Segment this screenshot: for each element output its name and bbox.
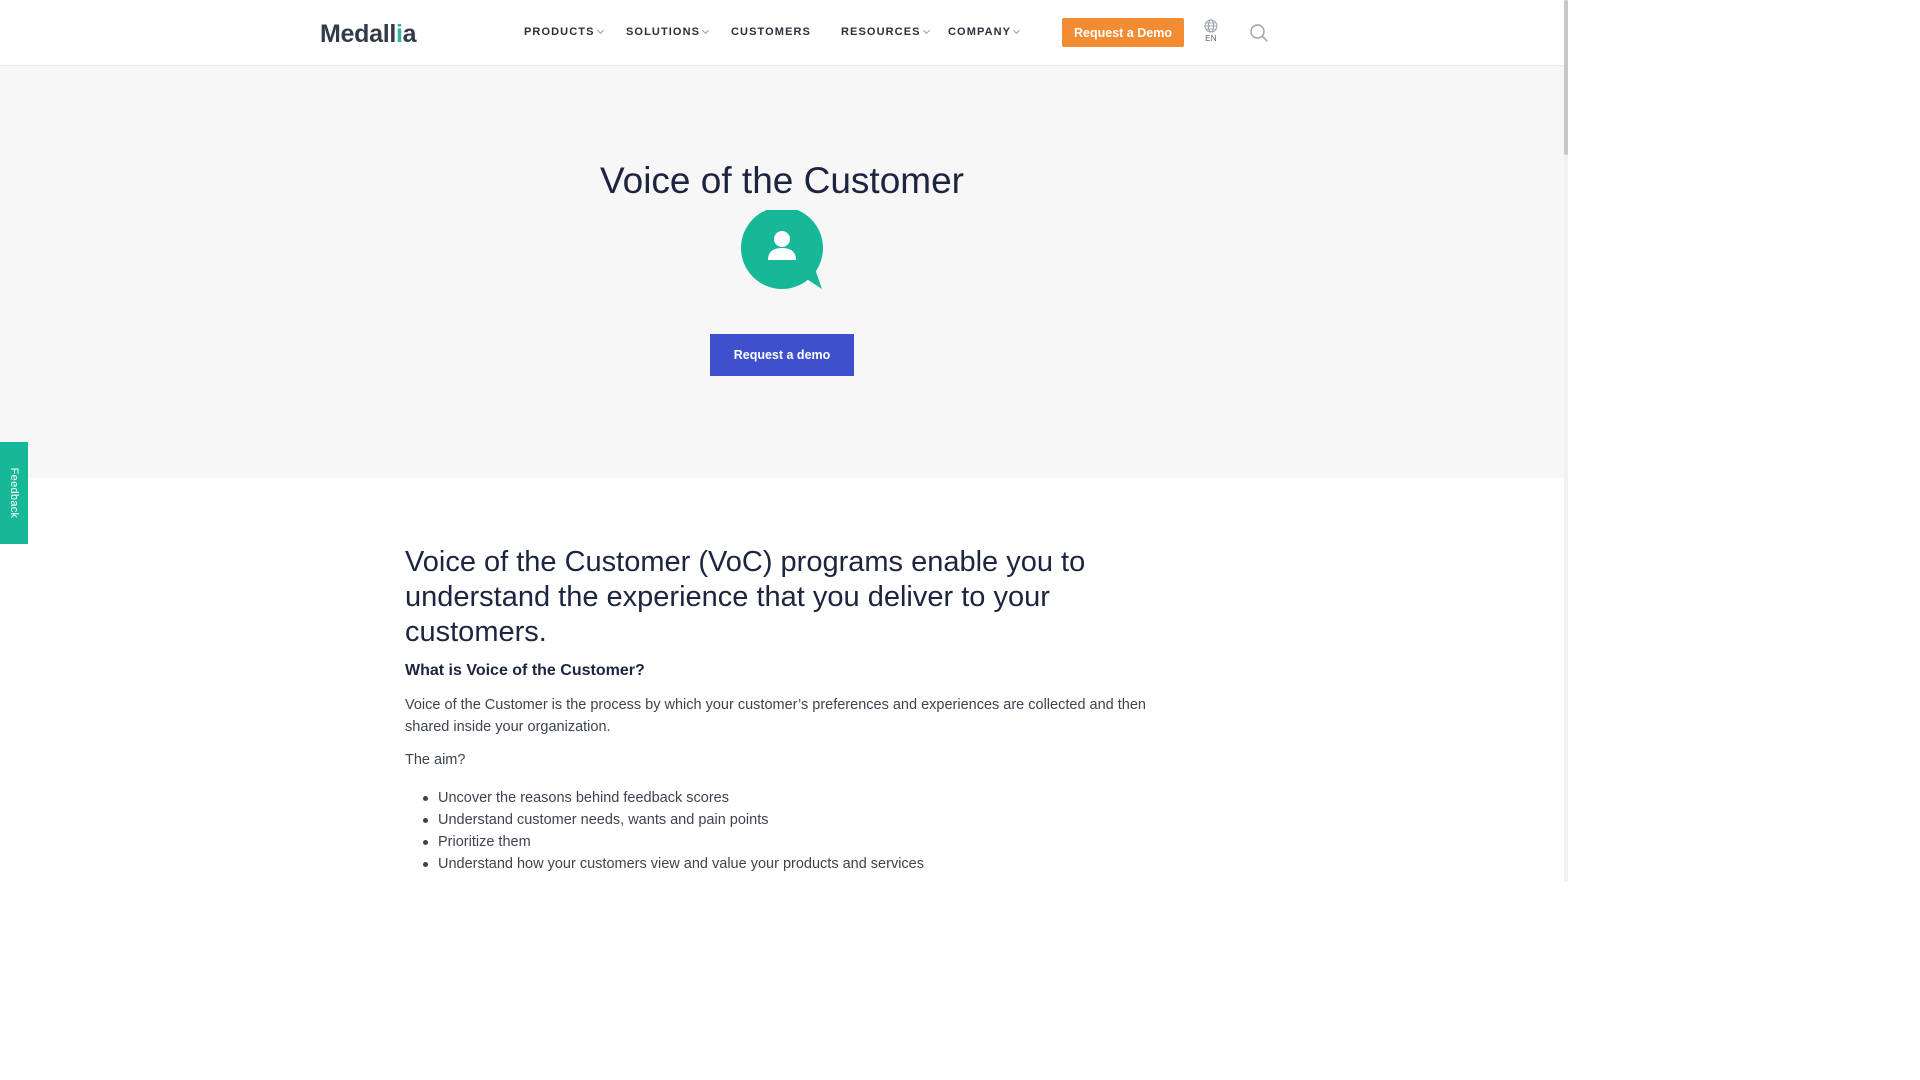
request-demo-button[interactable]: Request a Demo bbox=[1062, 18, 1184, 47]
list-item: Prioritize them bbox=[420, 831, 1180, 853]
scrollbar-thumb[interactable] bbox=[1564, 0, 1568, 155]
search-icon bbox=[1250, 24, 1268, 42]
nav-solutions-label: SOLUTIONS bbox=[626, 26, 701, 38]
logo-text-end: a bbox=[402, 20, 417, 48]
medallia-logo[interactable]: Medallia bbox=[320, 20, 417, 49]
logo-text: Medall bbox=[320, 20, 396, 48]
hero-request-demo-button[interactable]: Request a demo bbox=[710, 334, 854, 376]
person-speech-bubble-icon bbox=[740, 207, 826, 292]
section-heading: What is Voice of the Customer? bbox=[405, 662, 645, 679]
logo-text-i: i bbox=[396, 20, 403, 48]
list-item: Understand customer needs, wants and pai… bbox=[420, 809, 1180, 831]
aim-text: The aim? bbox=[405, 752, 466, 768]
chevron-down-icon bbox=[1013, 26, 1021, 35]
chevron-down-icon bbox=[702, 26, 710, 35]
section-paragraph: Voice of the Customer is the process by … bbox=[405, 697, 1146, 735]
nav-customers-label: CUSTOMERS bbox=[731, 26, 811, 38]
nav-company[interactable]: COMPANY bbox=[948, 26, 1021, 38]
feedback-tab[interactable]: Feedback bbox=[0, 442, 28, 544]
nav-resources-label: RESOURCES bbox=[841, 26, 921, 38]
list-item: Uncover the reasons behind feedback scor… bbox=[420, 787, 1180, 809]
list-item: Understand how your customers view and v… bbox=[420, 853, 1180, 875]
feedback-label: Feedback bbox=[8, 467, 20, 519]
chevron-down-icon bbox=[922, 26, 930, 35]
globe-icon bbox=[1204, 19, 1218, 33]
site-header: Medallia PRODUCTS SOLUTIONS CUSTOMERS RE… bbox=[0, 0, 1564, 66]
aim-list: Uncover the reasons behind feedback scor… bbox=[420, 787, 1180, 875]
nav-customers[interactable]: CUSTOMERS bbox=[731, 26, 811, 38]
lead-heading: Voice of the Customer (VoC) programs ena… bbox=[405, 546, 1086, 648]
nav-products-label: PRODUCTS bbox=[524, 26, 595, 38]
nav-products[interactable]: PRODUCTS bbox=[524, 26, 604, 38]
page-scrollbar[interactable] bbox=[1564, 0, 1568, 882]
language-selector[interactable]: EN bbox=[1200, 19, 1222, 43]
nav-company-label: COMPANY bbox=[948, 26, 1012, 38]
language-label: EN bbox=[1205, 34, 1217, 43]
chevron-down-icon bbox=[596, 26, 604, 35]
nav-solutions[interactable]: SOLUTIONS bbox=[626, 26, 710, 38]
search-button[interactable] bbox=[1249, 23, 1269, 43]
page-title: Voice of the Customer bbox=[599, 160, 965, 201]
nav-resources[interactable]: RESOURCES bbox=[841, 26, 930, 38]
